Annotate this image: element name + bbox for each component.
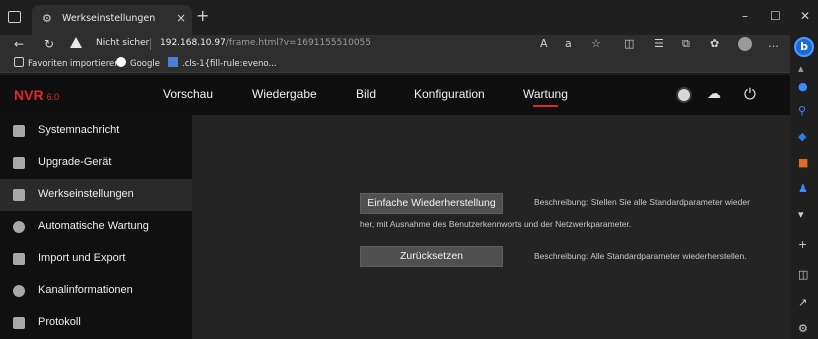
security-indicator[interactable]: Nicht sicher: [96, 38, 149, 48]
search-icon[interactable]: ⚲: [798, 105, 806, 117]
google-icon: [116, 57, 126, 67]
split-screen-icon[interactable]: ◫: [624, 37, 634, 51]
factory-reset-icon: [13, 189, 25, 201]
sidebar-item-protokoll[interactable]: Protokoll: [0, 307, 192, 339]
favorite-star-icon[interactable]: ☆: [591, 37, 601, 51]
scroll-down-icon[interactable]: ▾: [798, 209, 804, 221]
favorite-label: Favoriten importieren: [28, 59, 120, 69]
sidebar: Systemnachricht Upgrade-Gerät Werkseinst…: [0, 115, 192, 339]
main-content: Einfache Wiederherstellung Beschreibung:…: [192, 115, 790, 339]
logo-version: 6.0: [46, 92, 60, 102]
warning-icon: [70, 37, 82, 48]
favorites-bar: Favoriten importieren Google .cls-1{fill…: [0, 53, 790, 73]
sidebar-toggle-icon[interactable]: ◫: [798, 269, 808, 281]
tab-close-button[interactable]: ×: [176, 11, 186, 25]
sidebar-item-label: Kanalinformationen: [38, 284, 133, 296]
active-nav-indicator: [533, 105, 558, 107]
upgrade-icon: [13, 157, 25, 169]
close-window-button[interactable]: ✕: [800, 9, 810, 23]
sidebar-item-label: Automatische Wartung: [38, 220, 149, 232]
sidebar-item-label: Systemnachricht: [38, 124, 120, 136]
sidebar-item-label: Protokoll: [38, 316, 81, 328]
external-link-icon[interactable]: ↗: [798, 297, 807, 309]
settings-icon: ⚙: [42, 12, 52, 25]
tag-icon[interactable]: ◆: [798, 131, 806, 143]
nav-wiedergabe[interactable]: Wiedergabe: [252, 87, 317, 101]
import-export-icon: [13, 253, 25, 265]
refresh-icon[interactable]: ↻: [44, 37, 54, 51]
app-navigation: NVR 6.0 Vorschau Wiedergabe Bild Konfigur…: [0, 75, 790, 115]
read-aloud-icon[interactable]: A: [540, 37, 548, 51]
maximize-button[interactable]: ☐: [770, 9, 781, 23]
tab-title: Werkseinstellungen: [62, 13, 156, 24]
user-icon[interactable]: [676, 87, 692, 103]
more-menu-icon[interactable]: …: [768, 37, 779, 51]
browser-toolbar: ← ↻ Nicht sicher 192.168.10.97/frame.htm…: [0, 35, 790, 53]
extensions-icon[interactable]: ✿: [710, 37, 719, 51]
tools-icon[interactable]: ■: [798, 157, 808, 169]
collections-icon[interactable]: ⧉: [682, 37, 690, 51]
gear-icon: [13, 221, 25, 233]
window-menu-icon[interactable]: [8, 11, 21, 23]
reset-description: Beschreibung: Alle Standardparameter wie…: [534, 251, 747, 261]
url-host: 192.168.10.97: [160, 38, 226, 48]
address-bar[interactable]: Nicht sicher 192.168.10.97/frame.html?v=…: [66, 35, 566, 53]
sidebar-item-systemnachricht[interactable]: Systemnachricht: [0, 115, 192, 147]
sidebar-item-kanalinformationen[interactable]: Kanalinformationen: [0, 275, 192, 307]
nav-bild[interactable]: Bild: [356, 87, 376, 101]
favorite-google[interactable]: Google: [116, 57, 160, 69]
new-tab-button[interactable]: +: [196, 8, 209, 24]
simple-restore-button[interactable]: Einfache Wiederherstellung: [360, 193, 503, 214]
nav-konfiguration[interactable]: Konfiguration: [414, 87, 485, 101]
add-icon[interactable]: +: [798, 239, 807, 251]
favorite-import[interactable]: Favoriten importieren: [14, 57, 120, 69]
people-icon[interactable]: ♟: [798, 183, 808, 195]
favorite-page[interactable]: .cls-1{fill-rule:eveno...: [168, 57, 277, 69]
scroll-up-icon[interactable]: ▴: [798, 63, 804, 75]
browser-title-bar: ⚙ Werkseinstellungen × + – ☐ ✕: [0, 0, 818, 35]
back-icon[interactable]: ←: [14, 37, 24, 51]
nvr-logo: NVR 6.0: [14, 87, 59, 103]
log-icon: [13, 317, 25, 329]
power-icon[interactable]: ⏻: [744, 85, 756, 103]
favorite-label: .cls-1{fill-rule:eveno...: [182, 59, 277, 69]
url-text[interactable]: 192.168.10.97/frame.html?v=1691155510055: [160, 38, 371, 48]
browser-tab[interactable]: ⚙ Werkseinstellungen ×: [32, 5, 192, 35]
notification-icon[interactable]: ●: [798, 81, 808, 93]
gear-icon[interactable]: ⚙: [798, 323, 808, 335]
import-icon: [14, 57, 24, 67]
address-separator: [150, 38, 151, 50]
favorite-label: Google: [130, 59, 160, 69]
reset-button[interactable]: Zurücksetzen: [360, 246, 503, 267]
edge-sidebar: b ▴ ● ⚲ ◆ ■ ♟ ▾ + ◫ ↗ ⚙: [790, 35, 818, 339]
sidebar-item-upgrade[interactable]: Upgrade-Gerät: [0, 147, 192, 179]
translate-icon[interactable]: a: [565, 37, 572, 51]
nav-wartung[interactable]: Wartung: [523, 87, 568, 101]
sidebar-item-werkseinstellungen[interactable]: Werkseinstellungen: [0, 179, 192, 211]
cloud-icon[interactable]: ☁: [707, 86, 721, 102]
url-path: /frame.html?v=1691155510055: [225, 38, 372, 48]
simple-restore-description-line1: Beschreibung: Stellen Sie alle Standardp…: [534, 197, 750, 207]
logo-text: NVR: [14, 87, 44, 103]
profile-avatar[interactable]: [738, 37, 752, 51]
minimize-button[interactable]: –: [742, 9, 748, 23]
sidebar-item-label: Import und Export: [38, 252, 126, 264]
favorites-list-icon[interactable]: ☰: [654, 37, 664, 51]
sidebar-item-automatische-wartung[interactable]: Automatische Wartung: [0, 211, 192, 243]
sidebar-item-label: Upgrade-Gerät: [38, 156, 112, 168]
simple-restore-description-line2: her, mit Ausnahme des Benutzerkennworts …: [360, 219, 632, 229]
info-list-icon: [13, 125, 25, 137]
nav-vorschau[interactable]: Vorschau: [163, 87, 213, 101]
bing-chat-icon[interactable]: b: [794, 37, 814, 57]
info-icon: [13, 285, 25, 297]
sidebar-item-label: Werkseinstellungen: [38, 188, 134, 200]
page-icon: [168, 57, 178, 67]
sidebar-item-import-export[interactable]: Import und Export: [0, 243, 192, 275]
